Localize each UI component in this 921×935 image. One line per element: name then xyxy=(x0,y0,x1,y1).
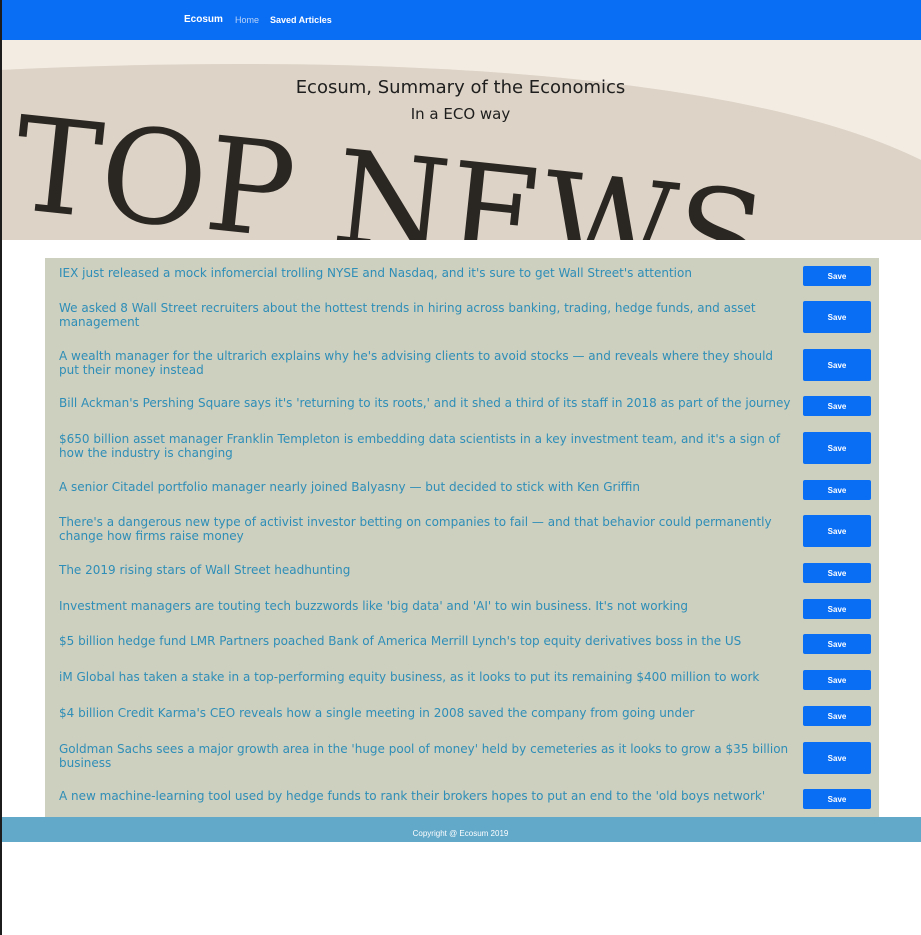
article-title[interactable]: IEX just released a mock infomercial tro… xyxy=(59,266,794,280)
article-title[interactable]: A wealth manager for the ultrarich expla… xyxy=(59,349,794,377)
article-title[interactable]: $4 billion Credit Karma's CEO reveals ho… xyxy=(59,706,794,720)
article-title[interactable]: Investment managers are touting tech buz… xyxy=(59,599,794,613)
article-title[interactable]: Goldman Sachs sees a major growth area i… xyxy=(59,742,794,770)
article-list: IEX just released a mock infomercial tro… xyxy=(45,258,879,817)
article-title[interactable]: iM Global has taken a stake in a top-per… xyxy=(59,670,794,684)
article-title[interactable]: A new machine-learning tool used by hedg… xyxy=(59,789,794,803)
hero-banner: TOP NEWS Ecosum, Summary of the Economic… xyxy=(0,40,921,240)
save-button[interactable]: Save xyxy=(803,706,871,726)
footer: Copyright @ Ecosum 2019 xyxy=(0,817,921,842)
article-title[interactable]: We asked 8 Wall Street recruiters about … xyxy=(59,301,794,329)
save-button[interactable]: Save xyxy=(803,670,871,690)
save-button[interactable]: Save xyxy=(803,789,871,809)
copyright-text: Copyright @ Ecosum 2019 xyxy=(412,829,509,838)
article-title[interactable]: The 2019 rising stars of Wall Street hea… xyxy=(59,563,794,577)
article-title[interactable]: $650 billion asset manager Franklin Temp… xyxy=(59,432,794,460)
save-button[interactable]: Save xyxy=(803,266,871,286)
save-button[interactable]: Save xyxy=(803,396,871,416)
article-title[interactable]: $5 billion hedge fund LMR Partners poach… xyxy=(59,634,794,648)
article-title[interactable]: Bill Ackman's Pershing Square says it's … xyxy=(59,396,794,410)
article-title[interactable]: A senior Citadel portfolio manager nearl… xyxy=(59,480,794,494)
nav-home-link[interactable]: Home xyxy=(235,15,259,25)
save-button[interactable]: Save xyxy=(803,515,871,547)
page-title: Ecosum, Summary of the Economics xyxy=(295,77,626,98)
save-button[interactable]: Save xyxy=(803,634,871,654)
save-button[interactable]: Save xyxy=(803,301,871,333)
save-button[interactable]: Save xyxy=(803,349,871,381)
save-button[interactable]: Save xyxy=(803,432,871,464)
save-button[interactable]: Save xyxy=(803,480,871,500)
save-button[interactable]: Save xyxy=(803,599,871,619)
nav-saved-articles-link[interactable]: Saved Articles xyxy=(270,15,332,25)
save-button[interactable]: Save xyxy=(803,742,871,774)
article-title[interactable]: There's a dangerous new type of activist… xyxy=(59,515,794,543)
window-edge xyxy=(0,0,2,935)
save-button[interactable]: Save xyxy=(803,563,871,583)
brand-link[interactable]: Ecosum xyxy=(184,14,223,25)
top-news-newspaper-image: TOP NEWS xyxy=(0,40,921,240)
page-subtitle: In a ECO way xyxy=(410,105,511,123)
navbar: Ecosum Home Saved Articles xyxy=(0,0,921,40)
